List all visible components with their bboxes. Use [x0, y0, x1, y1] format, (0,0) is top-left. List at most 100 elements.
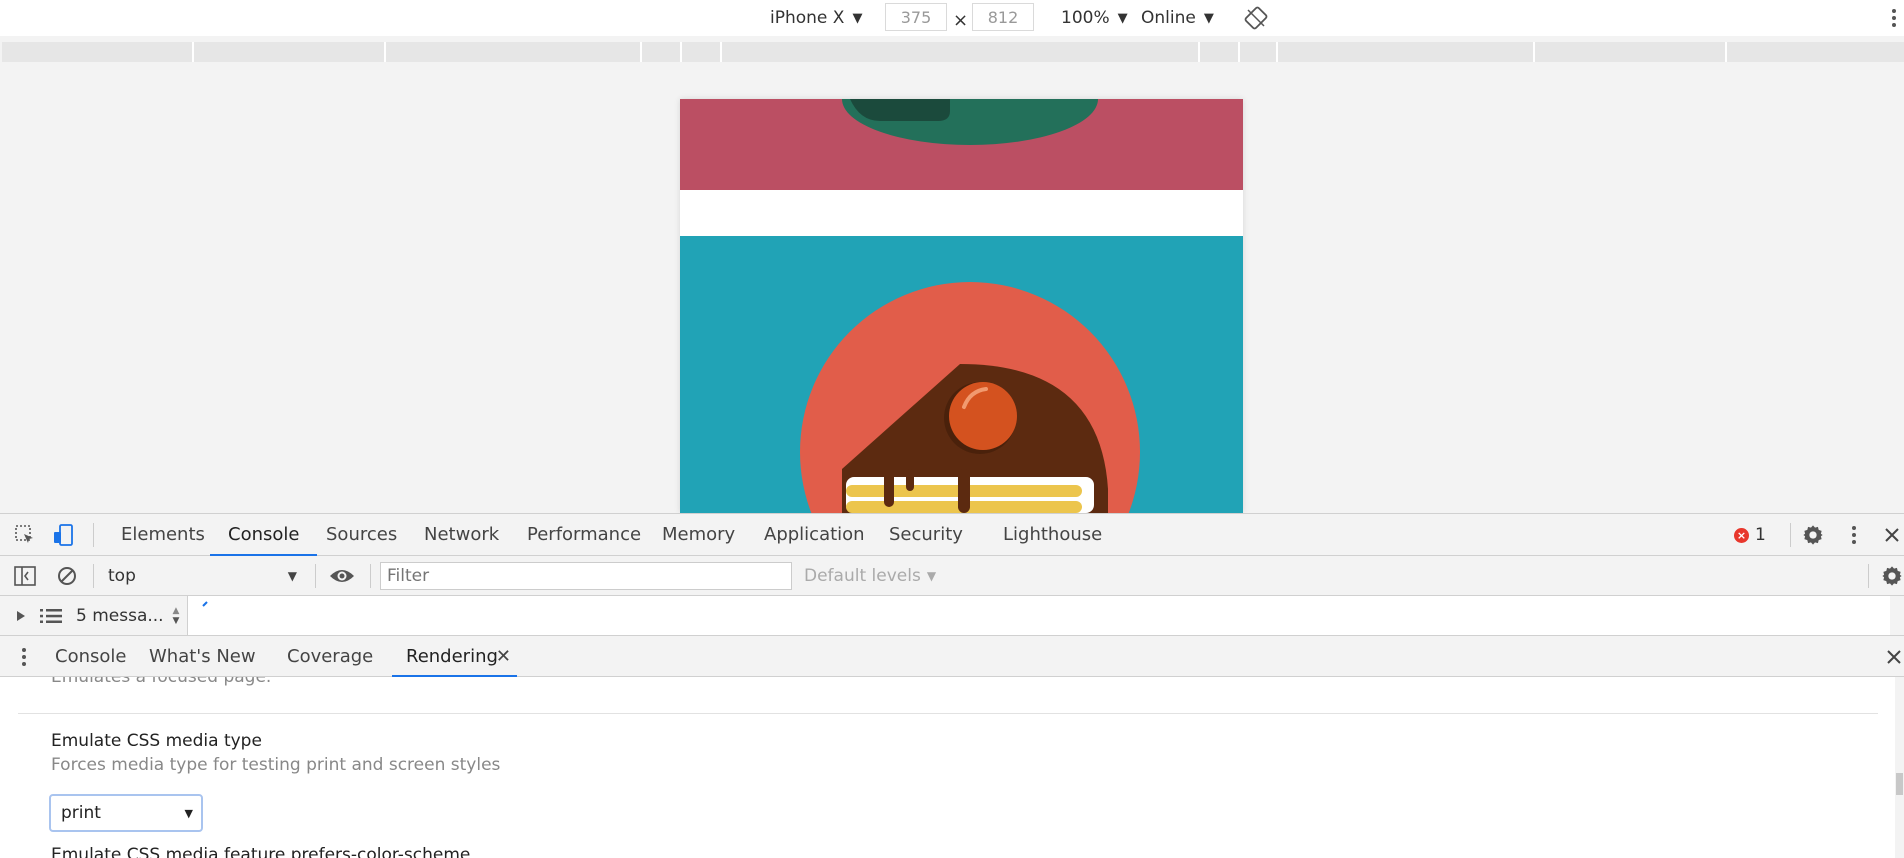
tab-label: Security	[889, 524, 963, 545]
error-counter[interactable]: × 1	[1734, 524, 1766, 546]
ruler-segment[interactable]	[722, 42, 1200, 62]
ruler-segment[interactable]	[642, 42, 682, 62]
rotate-icon[interactable]	[1243, 5, 1269, 31]
ruler-segment[interactable]	[682, 42, 722, 62]
tab-sources[interactable]: Sources	[326, 514, 397, 556]
panel-scrollbar[interactable]	[1895, 677, 1904, 858]
expand-triangle-icon[interactable]	[12, 606, 30, 626]
tab-memory[interactable]: Memory	[662, 514, 735, 556]
width-value: 375	[900, 7, 932, 27]
tab-label: Network	[424, 524, 500, 545]
messages-label: 5 messa...	[76, 606, 164, 626]
white-gap	[680, 190, 1243, 236]
tab-network[interactable]: Network	[424, 514, 499, 556]
ruler-segment[interactable]	[386, 42, 642, 62]
ruler-segment[interactable]	[1535, 42, 1727, 62]
main-tab-bar: Elements Console Sources Network Perform…	[0, 514, 1904, 556]
sidebar-scroll-arrows[interactable]: ▲ ▼	[166, 598, 186, 634]
network-label: Online	[1141, 8, 1196, 28]
media-type-description: Forces media type for testing print and …	[51, 755, 501, 775]
zoom-select[interactable]: 100% ▼	[1061, 6, 1128, 30]
drawer-menu-icon[interactable]	[14, 644, 34, 670]
ruler-segment[interactable]	[2, 42, 194, 62]
tab-label: Application	[764, 524, 865, 545]
media-type-value: print	[61, 803, 101, 823]
chevron-down-icon: ▼	[926, 569, 937, 583]
close-devtools-icon[interactable]	[1882, 524, 1902, 546]
log-levels-select[interactable]: Default levels ▼	[804, 562, 936, 590]
width-input[interactable]: 375	[885, 3, 947, 31]
drawer-tab-rendering[interactable]: Rendering ✕	[392, 636, 517, 677]
clear-console-icon[interactable]	[54, 564, 80, 588]
chocolate-drip	[884, 469, 894, 507]
tab-console[interactable]: Console	[210, 514, 318, 556]
toolbar-divider	[1868, 564, 1869, 588]
close-tab-icon[interactable]: ✕	[496, 636, 511, 677]
ruler-segment[interactable]	[1727, 42, 1904, 62]
sidebar-toggle-icon[interactable]	[12, 564, 38, 588]
drawer-tab-whats-new[interactable]: What's New	[149, 636, 256, 677]
console-toolbar: top ▼ Default levels ▼	[0, 556, 1904, 596]
context-label: top	[108, 566, 136, 586]
toolbar-divider	[1790, 523, 1791, 547]
device-toggle-icon[interactable]	[50, 522, 76, 548]
scroll-down-icon[interactable]: ▼	[173, 616, 180, 626]
tab-label: Rendering	[406, 646, 498, 667]
media-type-select[interactable]: print ▼	[49, 794, 203, 832]
filter-input[interactable]	[380, 562, 792, 590]
inspect-element-icon[interactable]	[12, 522, 38, 548]
chocolate-drip	[906, 469, 914, 491]
device-label: iPhone X	[770, 8, 845, 28]
section-divider	[18, 713, 1878, 714]
media-query-ruler	[0, 40, 1904, 64]
tab-label: Memory	[662, 524, 736, 545]
chevron-down-icon: ▼	[1203, 10, 1214, 26]
device-select[interactable]: iPhone X ▼	[770, 6, 862, 30]
emulated-page[interactable]	[680, 99, 1243, 513]
tab-label: Performance	[527, 524, 642, 545]
chevron-down-icon: ▼	[287, 569, 297, 583]
drawer-tab-console[interactable]: Console	[55, 636, 126, 677]
tab-performance[interactable]: Performance	[527, 514, 641, 556]
times-label: ×	[953, 9, 969, 31]
console-scrollbar[interactable]	[1890, 596, 1904, 635]
settings-gear-icon[interactable]	[1800, 522, 1826, 548]
drawer-tab-coverage[interactable]: Coverage	[287, 636, 373, 677]
page-illustration	[680, 99, 1243, 513]
drawer-tab-bar: Console What's New Coverage Rendering ✕	[0, 636, 1904, 677]
tab-security[interactable]: Security	[889, 514, 963, 556]
chevron-down-icon: ▼	[852, 10, 863, 26]
tab-label: Coverage	[287, 646, 374, 667]
tab-application[interactable]: Application	[764, 514, 865, 556]
rendering-panel: Emulates a focused page. Emulate CSS med…	[0, 677, 1904, 858]
messages-group[interactable]: 5 messa...	[76, 604, 164, 628]
scrollbar-thumb[interactable]	[1896, 773, 1903, 795]
ruler-segment[interactable]	[1200, 42, 1240, 62]
tab-label: Lighthouse	[1003, 524, 1103, 545]
height-input[interactable]: 812	[972, 3, 1034, 31]
tab-label: Console	[228, 524, 300, 545]
toolbar-divider	[370, 564, 371, 588]
tab-elements[interactable]: Elements	[121, 514, 205, 556]
customize-menu-icon[interactable]	[1848, 522, 1860, 548]
tab-lighthouse[interactable]: Lighthouse	[1003, 514, 1102, 556]
chocolate-drip	[958, 469, 970, 513]
tab-label: Elements	[121, 524, 205, 545]
ruler-segment[interactable]	[1278, 42, 1535, 62]
tab-label: What's New	[149, 646, 256, 667]
chevron-down-icon: ▼	[1117, 10, 1128, 26]
scroll-up-icon[interactable]: ▲	[173, 606, 180, 616]
close-drawer-icon[interactable]	[1884, 646, 1904, 668]
network-select[interactable]: Online ▼	[1141, 6, 1214, 30]
media-type-title: Emulate CSS media type	[51, 731, 262, 751]
ruler-segment[interactable]	[1240, 42, 1278, 62]
clipped-description: Emulates a focused page.	[51, 677, 272, 687]
live-expression-eye-icon[interactable]	[327, 564, 357, 588]
console-settings-gear-icon[interactable]	[1880, 564, 1904, 588]
zoom-label: 100%	[1061, 8, 1110, 28]
context-select[interactable]: top ▼	[100, 562, 305, 590]
more-options-icon[interactable]	[1888, 5, 1900, 31]
ruler-segment[interactable]	[194, 42, 386, 62]
dimension-separator: ×	[953, 8, 968, 32]
error-count: 1	[1755, 525, 1766, 545]
